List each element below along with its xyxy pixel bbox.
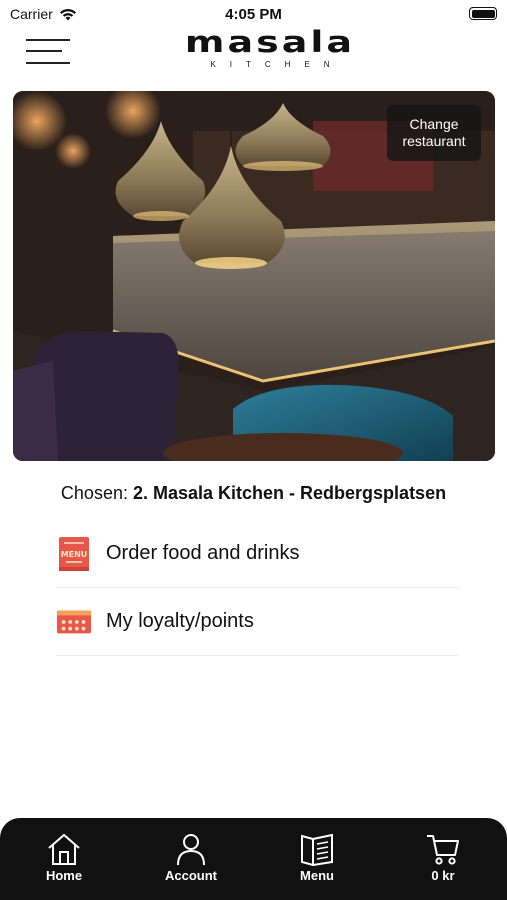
cart-icon — [427, 835, 459, 865]
account-icon — [177, 834, 205, 866]
nav-home-label: Home — [45, 868, 83, 883]
nav-menu-label: Menu — [300, 868, 334, 883]
change-restaurant-button[interactable]: Change restaurant — [387, 105, 481, 161]
chosen-restaurant-name: 2. Masala Kitchen - Redbergsplatsen — [132, 483, 447, 503]
loyalty-card-icon — [56, 604, 92, 640]
loyalty-label: My loyalty/points — [106, 610, 254, 632]
chosen-prefix: Chosen: — [60, 483, 128, 503]
menu-icon — [301, 833, 333, 866]
battery-icon — [469, 7, 497, 20]
restaurant-photo: Change restaurant — [13, 91, 495, 461]
status-time: 4:05 PM — [225, 6, 282, 23]
logo-subtitle: KITCHEN — [210, 60, 344, 69]
nav-account-label: Account — [165, 868, 217, 883]
hamburger-icon[interactable] — [26, 38, 70, 66]
nav-cart[interactable]: 0 kr — [403, 832, 483, 883]
home-icon — [48, 833, 80, 865]
order-food-label: Order food and drinks — [106, 542, 300, 564]
action-list: MENU Order food and drinks My loyalty/po… — [56, 520, 458, 656]
nav-menu[interactable]: Menu — [277, 832, 357, 883]
svg-text:MENU: MENU — [61, 550, 88, 559]
logo-wordmark: masala — [184, 24, 356, 60]
brand-logo: masala KITCHEN — [140, 22, 400, 69]
bottom-navigation: Home Account Menu 0 kr — [0, 818, 507, 900]
loyalty-item[interactable]: My loyalty/points — [56, 588, 458, 656]
nav-home[interactable]: Home — [24, 832, 104, 883]
nav-account[interactable]: Account — [151, 832, 231, 883]
chosen-restaurant: Chosen: 2. Masala Kitchen - Redbergsplat… — [0, 483, 507, 504]
menu-book-icon: MENU — [56, 536, 92, 572]
nav-cart-total: 0 kr — [431, 868, 455, 883]
order-food-item[interactable]: MENU Order food and drinks — [56, 520, 458, 588]
